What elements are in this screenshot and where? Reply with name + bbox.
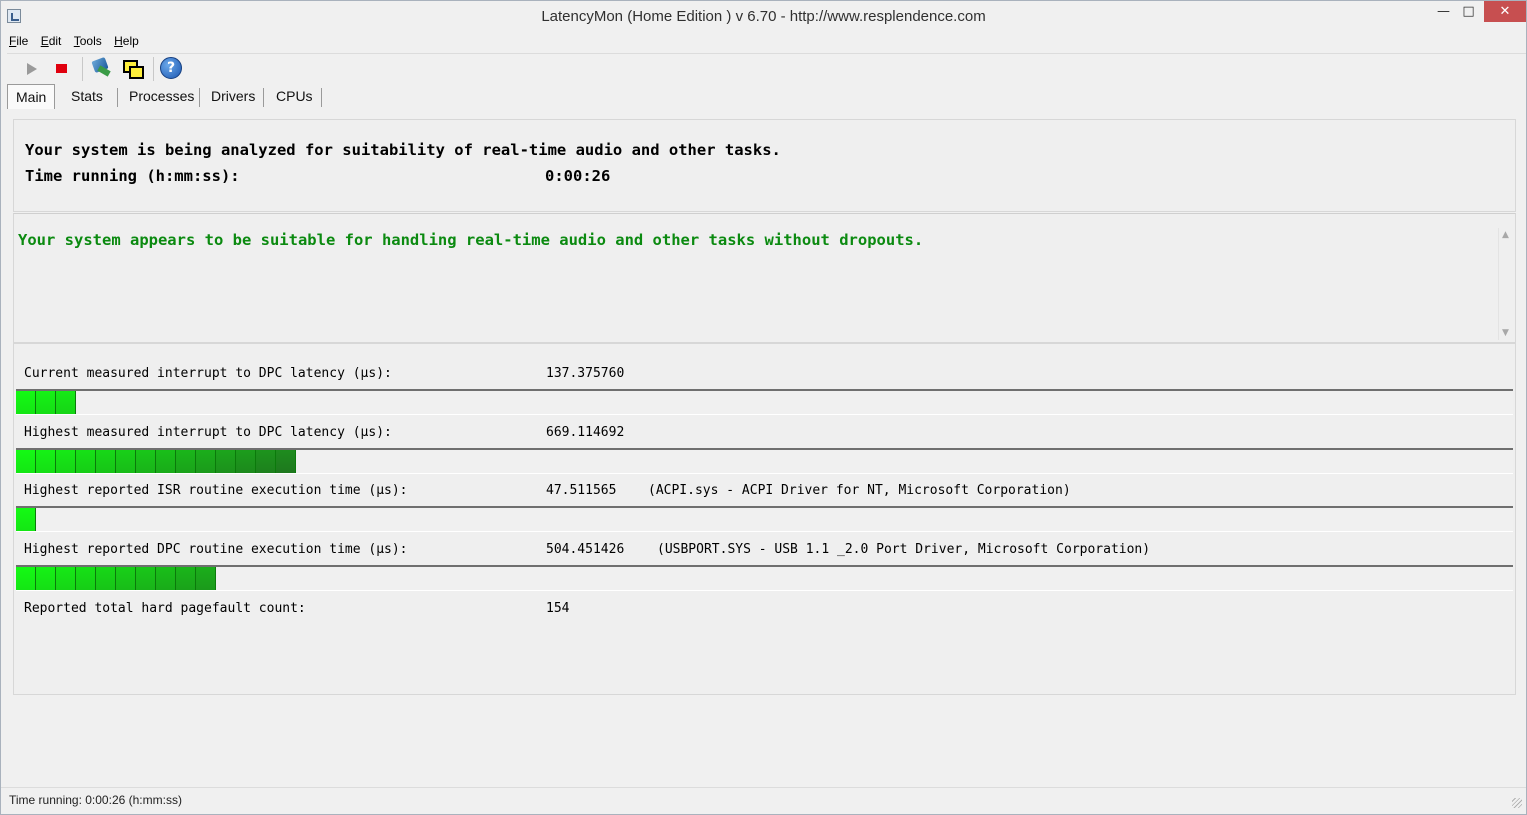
metric-value: 669.114692 — [546, 425, 625, 440]
latency-bar-current — [16, 389, 1513, 415]
verdict-panel: Your system appears to be suitable for h… — [13, 213, 1516, 343]
analysis-text: Your system is being analyzed for suitab… — [25, 141, 781, 159]
bar-segment — [116, 450, 136, 473]
bar-segment — [156, 567, 176, 590]
play-icon[interactable] — [19, 57, 41, 79]
isr-bar — [16, 506, 1513, 532]
status-bar: Time running: 0:00:26 (h:mm:ss) — [1, 787, 1526, 812]
resize-grip-icon[interactable] — [1512, 798, 1522, 808]
tab-divider — [117, 88, 118, 107]
tab-stats[interactable]: Stats — [63, 85, 111, 107]
window-title: LatencyMon (Home Edition ) v 6.70 - http… — [541, 8, 986, 25]
bar-fill — [16, 391, 76, 414]
metric-value: 504.451426 — [546, 542, 625, 557]
bar-fill — [16, 508, 36, 531]
bar-segment — [176, 567, 196, 590]
maximize-button[interactable]: □ — [1455, 1, 1482, 22]
latencymon-window: LatencyMon (Home Edition ) v 6.70 - http… — [0, 0, 1527, 815]
bar-segment — [16, 508, 36, 531]
bar-fill — [16, 450, 296, 473]
tab-divider — [263, 88, 264, 107]
time-running-value: 0:00:26 — [545, 167, 611, 185]
menu-separator — [7, 53, 1526, 54]
metric-value: 137.375760 — [546, 366, 625, 381]
bar-segment — [76, 450, 96, 473]
metric-label: Current measured interrupt to DPC latenc… — [24, 366, 392, 381]
metric-label: Highest reported ISR routine execution t… — [24, 483, 408, 498]
menu-edit[interactable]: Edit — [41, 34, 62, 48]
tab-processes[interactable]: Processes — [121, 85, 202, 107]
bar-segment — [136, 567, 156, 590]
title-bar: LatencyMon (Home Edition ) v 6.70 - http… — [1, 1, 1526, 33]
minimize-button[interactable]: — — [1430, 1, 1457, 22]
metric-label: Highest reported DPC routine execution t… — [24, 542, 408, 557]
bar-segment — [56, 450, 76, 473]
bar-segment — [16, 567, 36, 590]
stop-icon[interactable] — [51, 57, 73, 79]
close-button[interactable]: ✕ — [1484, 1, 1526, 22]
bar-segment — [76, 567, 96, 590]
bar-segment — [196, 567, 216, 590]
metric-driver: (USBPORT.SYS - USB 1.1 _2.0 Port Driver,… — [657, 542, 1151, 557]
bar-fill — [16, 567, 216, 590]
tab-divider — [199, 88, 200, 107]
tab-divider — [321, 88, 322, 107]
bar-segment — [176, 450, 196, 473]
menu-file[interactable]: File — [9, 34, 28, 48]
driver-icon[interactable] — [89, 56, 111, 79]
analysis-panel: Your system is being analyzed for suitab… — [13, 119, 1516, 212]
menu-bar: File Edit Tools Help — [9, 34, 148, 52]
bar-segment — [16, 391, 36, 414]
dpc-bar — [16, 565, 1513, 591]
bar-segment — [216, 450, 236, 473]
bar-segment — [96, 567, 116, 590]
help-icon[interactable] — [159, 57, 182, 79]
menu-help[interactable]: Help — [114, 34, 139, 48]
bar-segment — [96, 450, 116, 473]
bar-segment — [36, 450, 56, 473]
scroll-down-icon[interactable]: ▼ — [1502, 328, 1509, 338]
status-text: Time running: 0:00:26 (h:mm:ss) — [9, 793, 182, 807]
bar-segment — [136, 450, 156, 473]
bar-segment — [56, 567, 76, 590]
metric-driver: (ACPI.sys - ACPI Driver for NT, Microsof… — [648, 483, 1071, 498]
bar-segment — [116, 567, 136, 590]
toolbar — [15, 56, 215, 81]
bar-segment — [36, 391, 56, 414]
bar-segment — [56, 391, 76, 414]
time-running-label: Time running (h:mm:ss): — [25, 167, 240, 185]
bar-segment — [16, 450, 36, 473]
bar-segment — [156, 450, 176, 473]
metric-value: 47.511565 — [546, 483, 617, 498]
bar-segment — [256, 450, 276, 473]
verdict-scrollbar[interactable]: ▲ ▼ — [1498, 228, 1515, 340]
scroll-up-icon[interactable]: ▲ — [1502, 230, 1509, 240]
toolbar-divider — [82, 57, 83, 81]
metrics-panel: Current measured interrupt to DPC latenc… — [13, 343, 1516, 695]
pagefault-label: Reported total hard pagefault count: — [24, 601, 306, 616]
bar-segment — [196, 450, 216, 473]
bar-segment — [236, 450, 256, 473]
menu-tools[interactable]: Tools — [74, 34, 102, 48]
tab-main[interactable]: Main — [7, 84, 56, 109]
latency-bar-highest — [16, 448, 1513, 474]
toolbar-divider — [153, 57, 154, 81]
pagefault-value: 154 — [546, 601, 570, 616]
verdict-text: Your system appears to be suitable for h… — [18, 231, 924, 249]
tab-drivers[interactable]: Drivers — [203, 85, 263, 107]
tab-cpus[interactable]: CPUs — [268, 85, 321, 107]
bar-segment — [276, 450, 296, 473]
metric-label: Highest measured interrupt to DPC latenc… — [24, 425, 392, 440]
windows-icon[interactable] — [121, 57, 144, 79]
bar-segment — [36, 567, 56, 590]
